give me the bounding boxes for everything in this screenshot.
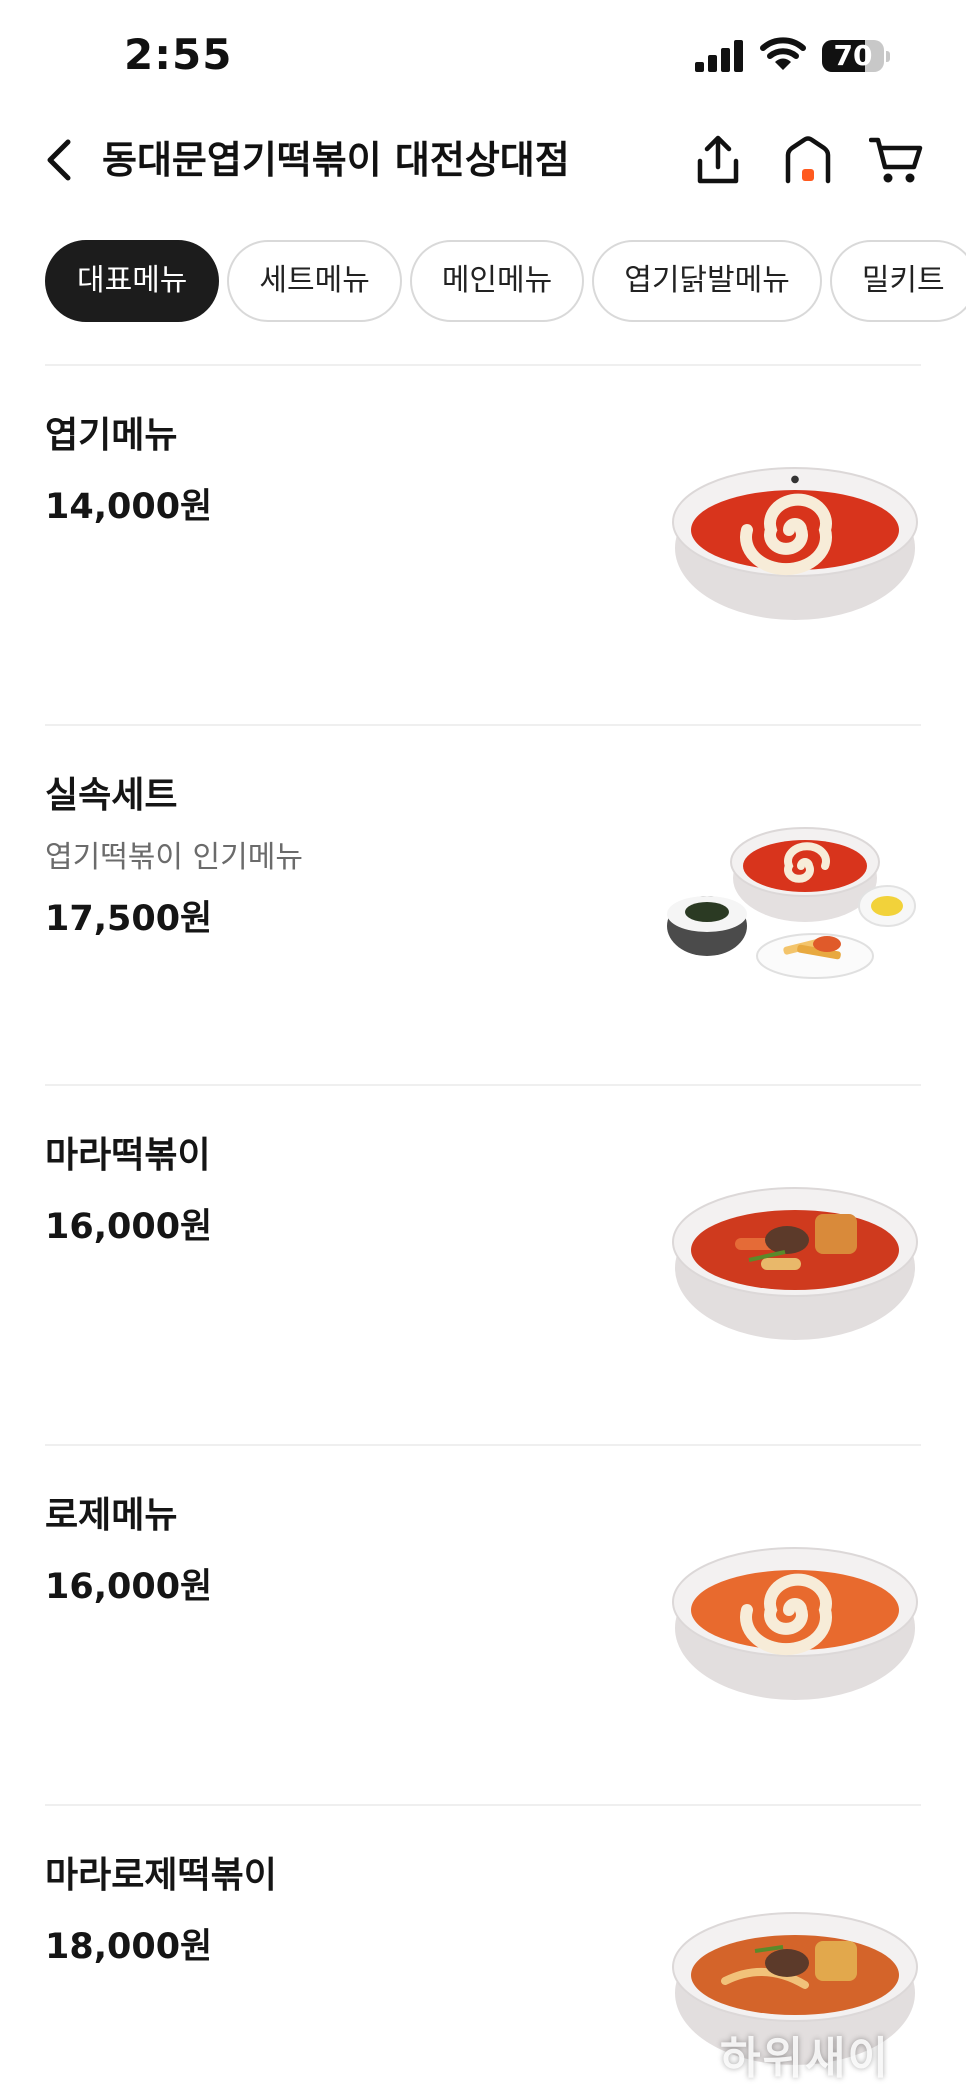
menu-item-name: 실속세트 — [45, 775, 178, 816]
store-title: 동대문엽기떡볶이 대전상대점 — [102, 138, 570, 182]
menu-item-description: 엽기떡볶이 인기메뉴 — [45, 840, 303, 875]
tab-set-menu[interactable]: 세트메뉴 — [227, 240, 402, 322]
tab-featured-menu[interactable]: 대표메뉴 — [45, 240, 220, 322]
cart-button[interactable] — [868, 130, 924, 190]
tab-meal-kit[interactable]: 밀키트 — [829, 240, 966, 322]
store-menu-page: 2:55 70 동대문엽기떡볶이 대전상대점 대표메뉴 세트메뉴 메인메뉴 엽기… — [0, 0, 966, 2090]
menu-item-name: 엽기메뉴 — [45, 415, 178, 456]
share-icon — [697, 135, 739, 184]
back-button[interactable] — [38, 132, 78, 188]
category-tabs: 대표메뉴 세트메뉴 메인메뉴 엽기닭발메뉴 밀키트 — [45, 240, 966, 322]
home-icon — [785, 136, 831, 184]
menu-item-name: 로제메뉴 — [45, 1495, 178, 1536]
set-meal-platter-image — [667, 827, 916, 979]
menu-item-price: 17,500원 — [45, 899, 213, 939]
menu-item[interactable]: 실속세트 엽기떡볶이 인기메뉴 17,500원 — [0, 726, 966, 1084]
share-button[interactable] — [690, 130, 746, 190]
home-button[interactable] — [780, 130, 836, 190]
wifi-icon — [760, 37, 806, 70]
watermark: 하위새이 — [720, 2033, 890, 2084]
menu-item-price: 16,000원 — [45, 1567, 213, 1607]
rose-tteokbokki-bowl-image — [672, 1547, 918, 1700]
menu-item-name: 마라떡볶이 — [45, 1135, 211, 1176]
battery-icon: 70 — [822, 40, 890, 74]
menu-item-price: 16,000원 — [45, 1207, 213, 1247]
cellular-signal-icon — [695, 40, 743, 72]
tteokbokki-cream-bowl-image: ● — [672, 467, 918, 620]
store-header: 동대문엽기떡볶이 대전상대점 — [0, 110, 966, 210]
status-bar: 2:55 70 — [0, 0, 966, 110]
svg-text:●: ● — [791, 474, 800, 485]
tab-main-menu[interactable]: 메인메뉴 — [409, 240, 585, 322]
menu-item-price: 18,000원 — [45, 1927, 213, 1967]
tab-chicken-feet-menu[interactable]: 엽기닭발메뉴 — [592, 240, 822, 322]
menu-item[interactable]: 엽기메뉴 14,000원 ● — [0, 366, 966, 724]
menu-item[interactable]: 로제메뉴 16,000원 — [0, 1446, 966, 1804]
battery-level: 70 — [833, 40, 873, 72]
mala-tteokbokki-bowl-image — [672, 1187, 918, 1340]
menu-item-price: 14,000원 — [45, 487, 213, 527]
status-time: 2:55 — [124, 30, 233, 79]
menu-item[interactable]: 마라떡볶이 16,000원 — [0, 1086, 966, 1444]
back-arrow-icon — [47, 139, 71, 181]
menu-item-name: 마라로제떡볶이 — [45, 1855, 277, 1896]
cart-icon — [869, 137, 923, 183]
